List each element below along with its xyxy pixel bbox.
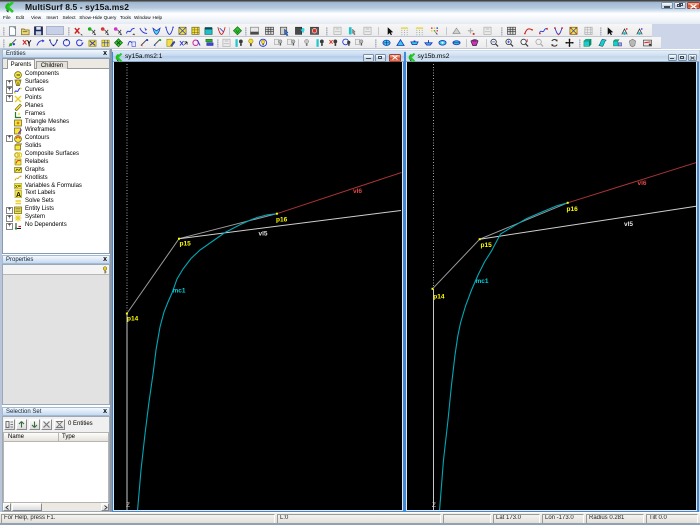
- svg-text:mc1: mc1: [173, 287, 186, 294]
- svg-text:Z: Z: [126, 502, 130, 509]
- svg-text:p15: p15: [180, 241, 192, 248]
- svg-text:vl6: vl6: [637, 180, 646, 187]
- svg-text:p15: p15: [480, 242, 492, 249]
- svg-text:vl6: vl6: [353, 188, 362, 195]
- svg-text:p14: p14: [127, 316, 139, 323]
- svg-text:p16: p16: [566, 206, 578, 213]
- svg-text:mc1: mc1: [475, 278, 488, 285]
- svg-text:p14: p14: [433, 294, 445, 301]
- svg-text:vl5: vl5: [259, 231, 268, 238]
- svg-text:vl5: vl5: [624, 221, 633, 228]
- svg-text:Z: Z: [432, 502, 436, 509]
- svg-text:p16: p16: [276, 217, 288, 224]
